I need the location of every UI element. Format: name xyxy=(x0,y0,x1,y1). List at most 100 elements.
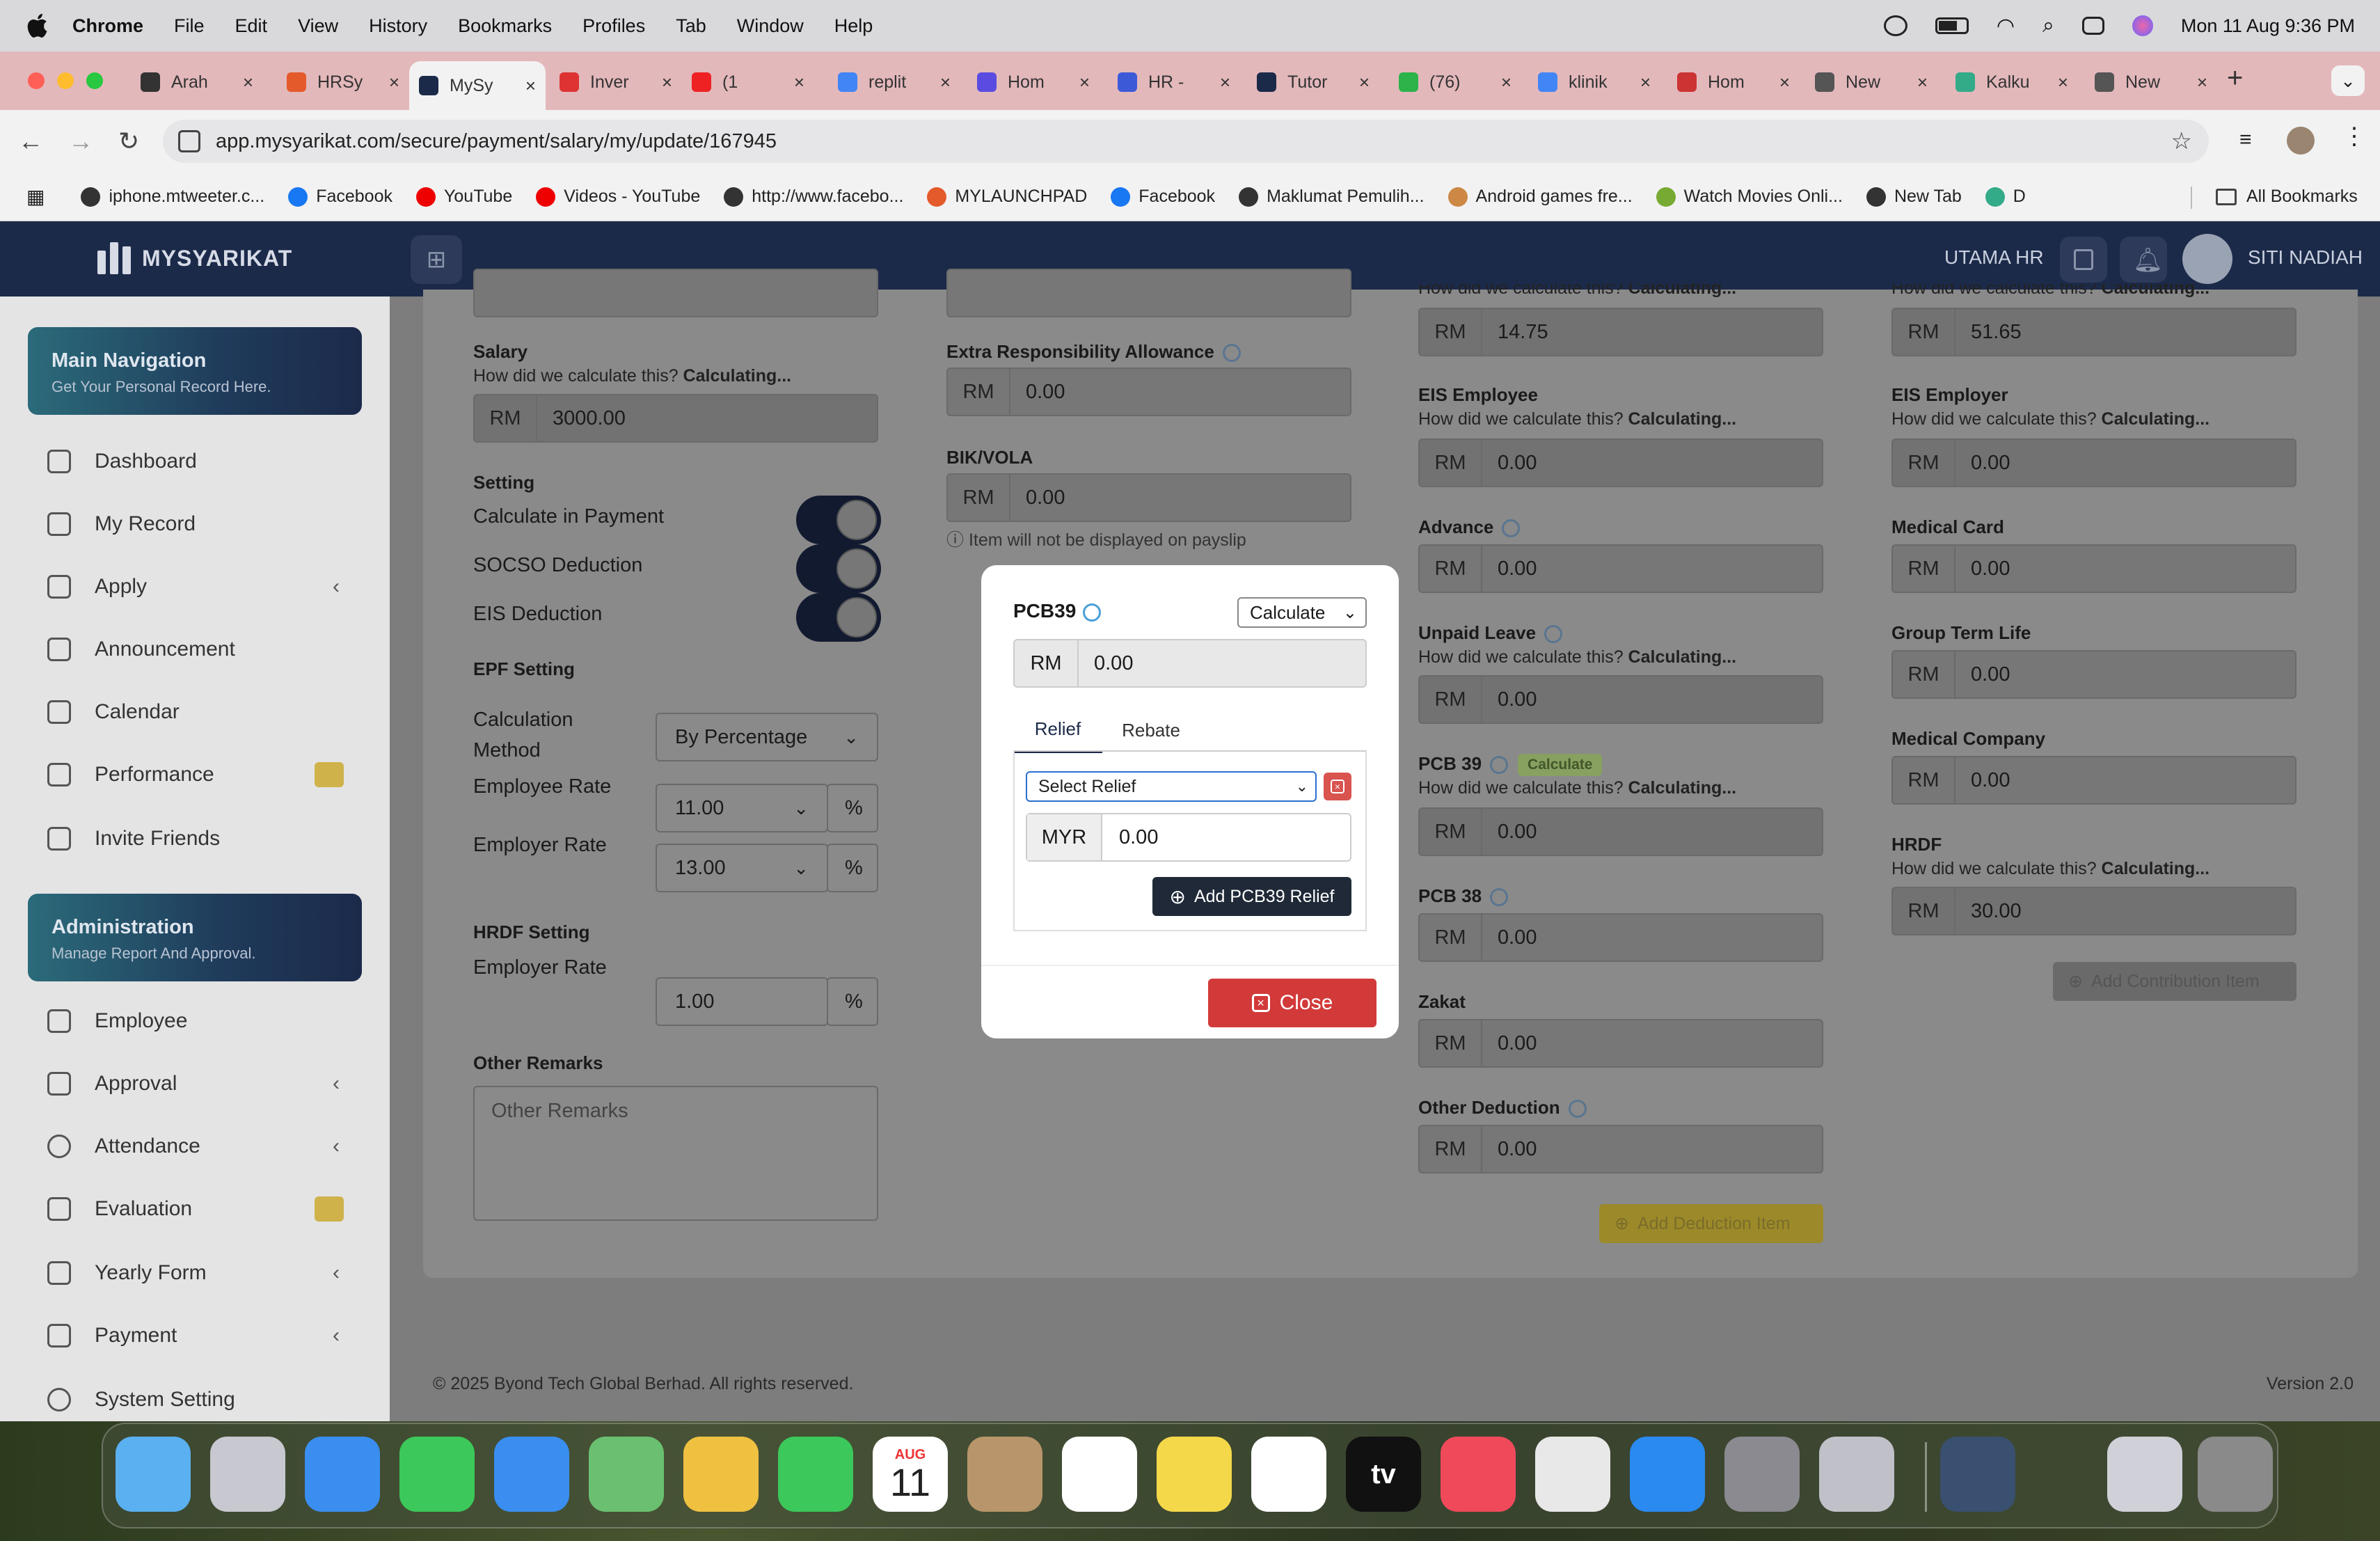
sidebar-item-apply[interactable]: Apply ‹ xyxy=(47,575,340,599)
quicktime-icon[interactable] xyxy=(1940,1437,2015,1512)
menu-profiles[interactable]: Profiles xyxy=(582,15,645,37)
cut-off-input-col2[interactable] xyxy=(946,269,1351,317)
all-bookmarks-folder[interactable]: All Bookmarks xyxy=(2216,187,2358,207)
close-tab-icon[interactable]: × xyxy=(525,75,536,97)
pcb39-input[interactable]: RM 0.00 xyxy=(1418,807,1823,856)
browser-tab[interactable]: klinik × xyxy=(1528,61,1660,103)
menu-grid-button[interactable]: ⊞ xyxy=(411,235,462,284)
browser-tab[interactable]: New × xyxy=(2085,61,2217,103)
sidebar-item-performance[interactable]: Performance xyxy=(47,762,344,787)
close-tab-icon[interactable]: × xyxy=(1359,72,1370,93)
unpaid-leave-input[interactable]: RM 0.00 xyxy=(1418,675,1823,724)
sidebar-item-employee[interactable]: Employee xyxy=(47,1009,340,1033)
notes-icon[interactable] xyxy=(1157,1437,1232,1512)
finder-icon[interactable] xyxy=(116,1437,191,1512)
calendar-icon[interactable]: AUG 11 xyxy=(873,1437,948,1512)
sidebar-item-calendar[interactable]: Calendar xyxy=(47,700,340,724)
close-tab-icon[interactable]: × xyxy=(1501,72,1512,93)
contacts-icon[interactable] xyxy=(967,1437,1042,1512)
close-tab-icon[interactable]: × xyxy=(940,72,951,93)
minimize-window-button[interactable] xyxy=(57,72,74,89)
sidebar-item-payment[interactable]: Payment ‹ xyxy=(47,1324,340,1348)
gear-icon[interactable] xyxy=(1490,888,1509,907)
bookmark-item[interactable]: MYLAUNCHPAD xyxy=(927,187,1087,207)
menu-tab[interactable]: Tab xyxy=(676,15,706,37)
employee-rate-select[interactable]: 11.00 ⌄ xyxy=(656,784,828,832)
close-button[interactable]: × Close xyxy=(1208,979,1377,1027)
add-contribution-item-button[interactable]: ⊕ Add Contribution Item xyxy=(2053,962,2296,1001)
battery-icon[interactable] xyxy=(1935,17,1969,34)
sidebar-item-approval[interactable]: Approval ‹ xyxy=(47,1072,340,1096)
bookmark-item[interactable]: Maklumat Pemulih... xyxy=(1239,187,1425,207)
bookmark-item[interactable]: D xyxy=(1985,187,2026,207)
close-tab-icon[interactable]: × xyxy=(662,72,672,93)
relief-amount-input[interactable]: MYR 0.00 xyxy=(1026,813,1351,862)
sidebar-item-announcement[interactable]: Announcement xyxy=(47,638,340,661)
gear-icon[interactable] xyxy=(1502,519,1521,538)
company-switch-button[interactable] xyxy=(2060,237,2107,283)
col3-top-input[interactable]: RM 14.75 xyxy=(1418,308,1823,356)
bik-vola-input[interactable]: RM 0.00 xyxy=(946,473,1351,522)
tab-search-button[interactable]: ⌄ xyxy=(2331,65,2365,96)
eis-deduction-toggle[interactable] xyxy=(796,593,881,642)
app-store-icon[interactable] xyxy=(1630,1437,1705,1512)
browser-tab[interactable]: HRSy × xyxy=(277,61,409,103)
advance-input[interactable]: RM 0.00 xyxy=(1418,544,1823,593)
new-tab-button[interactable]: + xyxy=(2227,63,2243,94)
company-name[interactable]: UTAMA HR xyxy=(1944,246,2044,269)
browser-tab[interactable]: HR - × xyxy=(1108,61,1240,103)
system-settings-icon[interactable] xyxy=(1724,1437,1800,1512)
rebate-tab[interactable]: Rebate xyxy=(1102,707,1200,753)
menu-history[interactable]: History xyxy=(369,15,427,37)
apps-grid-icon[interactable]: ▦ xyxy=(26,185,45,208)
pcb39-mode-select[interactable]: Calculate ⌄ xyxy=(1237,597,1367,628)
reminders-icon[interactable] xyxy=(1062,1437,1137,1512)
group-term-life-input[interactable]: RM 0.00 xyxy=(1891,650,2296,699)
browser-tab[interactable]: Kalku × xyxy=(1946,61,2078,103)
brand-logo[interactable]: MYSYARIKAT xyxy=(97,242,292,274)
photos-icon[interactable] xyxy=(683,1437,759,1512)
wifi-icon[interactable]: ◠ xyxy=(1997,14,2015,38)
sidebar-item-invite-friends[interactable]: Invite Friends xyxy=(47,827,340,851)
facetime-icon[interactable] xyxy=(778,1437,853,1512)
user-avatar[interactable] xyxy=(2182,234,2232,284)
bookmark-item[interactable]: New Tab xyxy=(1866,187,1962,207)
close-tab-icon[interactable]: × xyxy=(1640,72,1651,93)
mail-icon[interactable] xyxy=(494,1437,569,1512)
eye-icon[interactable] xyxy=(1083,603,1102,622)
sidebar-item-system-setting[interactable]: System Setting xyxy=(47,1388,340,1412)
close-tab-icon[interactable]: × xyxy=(389,72,399,93)
gear-icon[interactable] xyxy=(1490,756,1509,775)
add-deduction-item-button[interactable]: ⊕ Add Deduction Item xyxy=(1599,1204,1823,1243)
url-text[interactable]: app.mysyarikat.com/secure/payment/salary… xyxy=(216,130,777,153)
play-icon[interactable] xyxy=(1883,15,1907,36)
bookmark-item[interactable]: Watch Movies Onli... xyxy=(1656,187,1843,207)
calculation-method-select[interactable]: By Percentage ⌄ xyxy=(656,713,878,761)
close-tab-icon[interactable]: × xyxy=(794,72,804,93)
menu-edit[interactable]: Edit xyxy=(235,15,268,37)
close-tab-icon[interactable]: × xyxy=(1917,72,1928,93)
col4-top-input[interactable]: RM 51.65 xyxy=(1891,308,2296,356)
browser-tab[interactable]: Tutor × xyxy=(1247,61,1379,103)
siri-icon[interactable] xyxy=(2132,15,2153,36)
music-icon[interactable] xyxy=(1441,1437,1516,1512)
media-control-icon[interactable]: ≡ xyxy=(2239,128,2252,152)
gear-icon[interactable] xyxy=(1568,1100,1587,1119)
close-window-button[interactable] xyxy=(28,72,45,89)
other-remarks-textarea[interactable]: Other Remarks xyxy=(473,1086,878,1221)
bookmark-star-icon[interactable]: ☆ xyxy=(2171,127,2192,155)
apple-tv-icon[interactable]: tv xyxy=(1346,1437,1421,1512)
address-bar[interactable]: app.mysyarikat.com/secure/payment/salary… xyxy=(163,120,2209,163)
clock[interactable]: Mon 11 Aug 9:36 PM xyxy=(2181,15,2355,37)
sidebar-item-attendance[interactable]: Attendance ‹ xyxy=(47,1135,340,1158)
downloads-stack-icon[interactable] xyxy=(2107,1437,2182,1512)
browser-tab[interactable]: MySy × xyxy=(409,61,546,110)
hrdf-input[interactable]: RM 30.00 xyxy=(1891,887,2296,935)
browser-tab[interactable]: (1 × xyxy=(682,61,814,103)
bookmark-item[interactable]: Android games fre... xyxy=(1447,187,1633,207)
launchpad-icon[interactable] xyxy=(210,1437,285,1512)
menu-window[interactable]: Window xyxy=(737,15,804,37)
maps-icon[interactable] xyxy=(589,1437,664,1512)
employer-rate-select[interactable]: 13.00 ⌄ xyxy=(656,844,828,892)
cut-off-input-col1[interactable] xyxy=(473,269,878,317)
